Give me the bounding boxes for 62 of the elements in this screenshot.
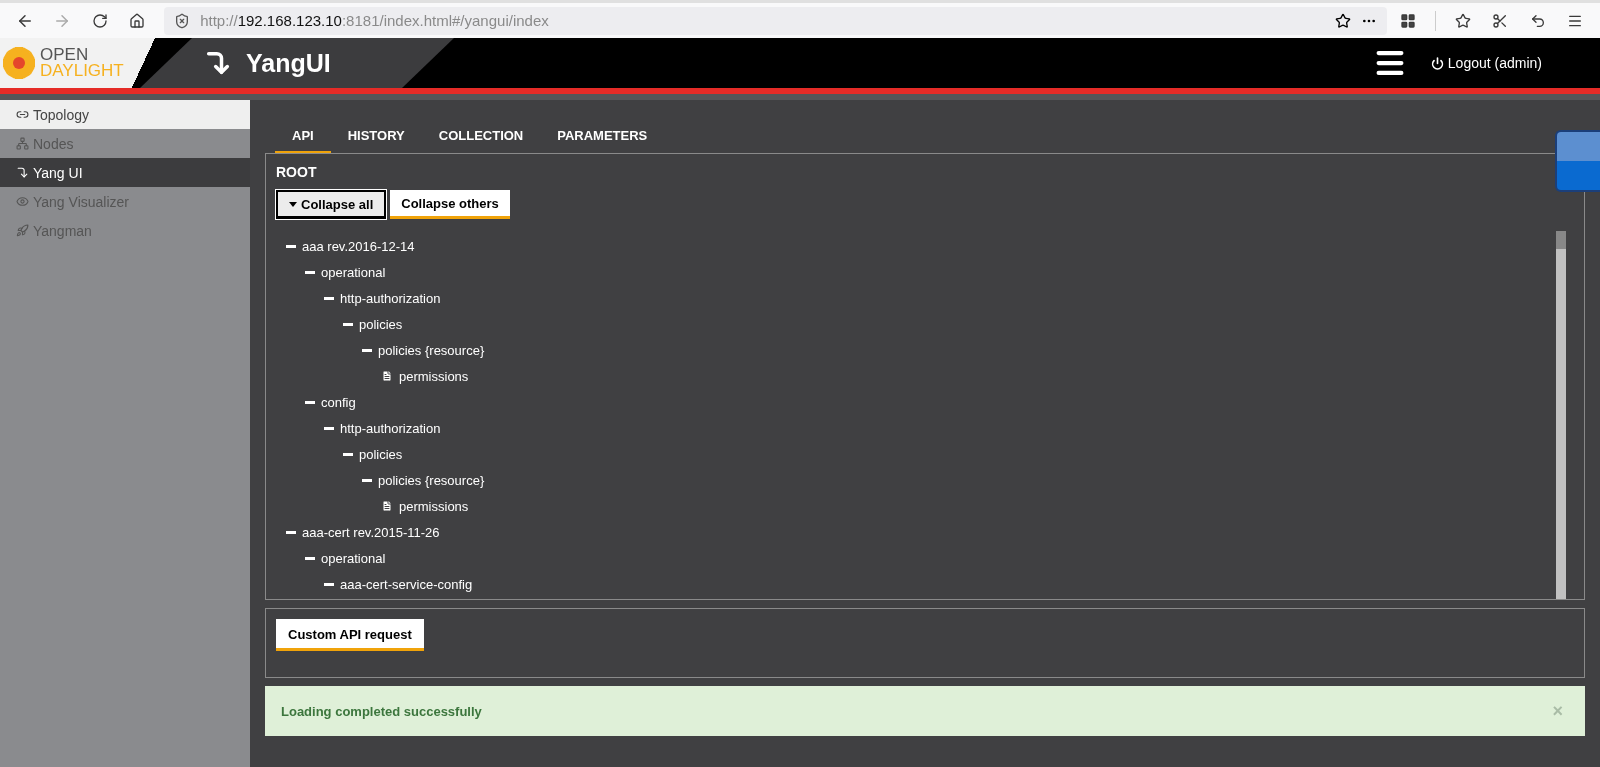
collapse-toggle[interactable] [324,582,334,586]
panel-title: ROOT [276,164,318,180]
link-icon [16,108,29,121]
collapse-toggle[interactable] [343,452,353,456]
collapse-toggle[interactable] [362,478,372,482]
file-icon [381,500,393,512]
grid-icon[interactable] [1400,12,1417,29]
collapse-toggle[interactable] [286,244,296,248]
collapse-toggle[interactable] [324,426,334,430]
tree-node-label[interactable]: config [321,394,356,410]
tree-node-label[interactable]: aaa rev.2016-12-14 [302,238,415,254]
tree-node-label[interactable]: operational [321,550,386,566]
collapse-toggle[interactable] [286,530,296,534]
tree-node-label[interactable]: policies [359,446,403,462]
collapse-toggle[interactable] [305,400,315,404]
tab[interactable]: HISTORY [330,122,422,154]
tree-node-label[interactable]: aaa-cert-service-config [340,576,473,592]
tree-node-label[interactable]: permissions [399,498,469,514]
logout-link[interactable]: Logout (admin) [1430,55,1542,71]
collapse-toggle[interactable] [305,270,315,274]
undo-icon[interactable] [1529,12,1546,29]
home-icon[interactable] [129,12,146,29]
url-text: http://192.168.123.10:8181/index.html#/yangui/index [200,12,550,29]
tree-node-label[interactable]: policies {resource} [378,472,485,488]
app-title: YangUI [246,48,331,78]
tree-node-label[interactable]: http-authorization [340,420,441,436]
tree-node-label[interactable]: policies [359,316,403,332]
collapse-button[interactable]: Collapse all [276,190,387,219]
reload-icon[interactable] [91,12,108,29]
tree-node-label[interactable]: http-authorization [340,290,441,306]
arrow-down-icon [16,166,29,179]
tree-node-label[interactable]: operational [321,264,386,280]
collapse-toggle[interactable] [305,556,315,560]
power-icon [1430,56,1444,70]
sidebar-item[interactable]: Topology [0,100,250,129]
floating-tab-icon[interactable] [1555,130,1600,192]
insecure-shield-icon [174,12,191,29]
scrollbar[interactable] [1556,231,1566,599]
collapse-button[interactable]: Collapse others [390,190,510,219]
logo-text: OPEN DAYLIGHT [40,47,124,79]
eye-icon [16,195,29,208]
collapse-toggle[interactable] [362,348,372,352]
address-bar[interactable]: http://192.168.123.10:8181/index.html#/yangui/index [164,6,1388,35]
rocket-icon [16,224,29,237]
caret-icon [289,202,297,207]
file-icon [381,370,393,382]
scissors-icon[interactable] [1492,12,1509,29]
collapse-toggle[interactable] [343,322,353,326]
alert-message: Loading completed successfully [281,703,482,719]
custom-api-request-button[interactable]: Custom API request [276,619,424,651]
tab[interactable]: API [275,122,331,154]
tree-node-label[interactable]: permissions [399,368,469,384]
sidebar-item[interactable]: Yang UI [0,158,250,187]
tab[interactable]: PARAMETERS [540,122,665,154]
bookmark-star-icon[interactable] [1335,12,1352,29]
star-list-icon[interactable] [1454,12,1471,29]
tree-node-label[interactable]: policies {resource} [378,342,485,358]
tab[interactable]: COLLECTION [421,122,541,154]
sitemap-icon [16,137,29,150]
collapse-toggle[interactable] [324,296,334,300]
tree-node-label[interactable]: aaa-cert rev.2015-11-26 [302,524,440,540]
arrow-down-icon [204,49,232,77]
